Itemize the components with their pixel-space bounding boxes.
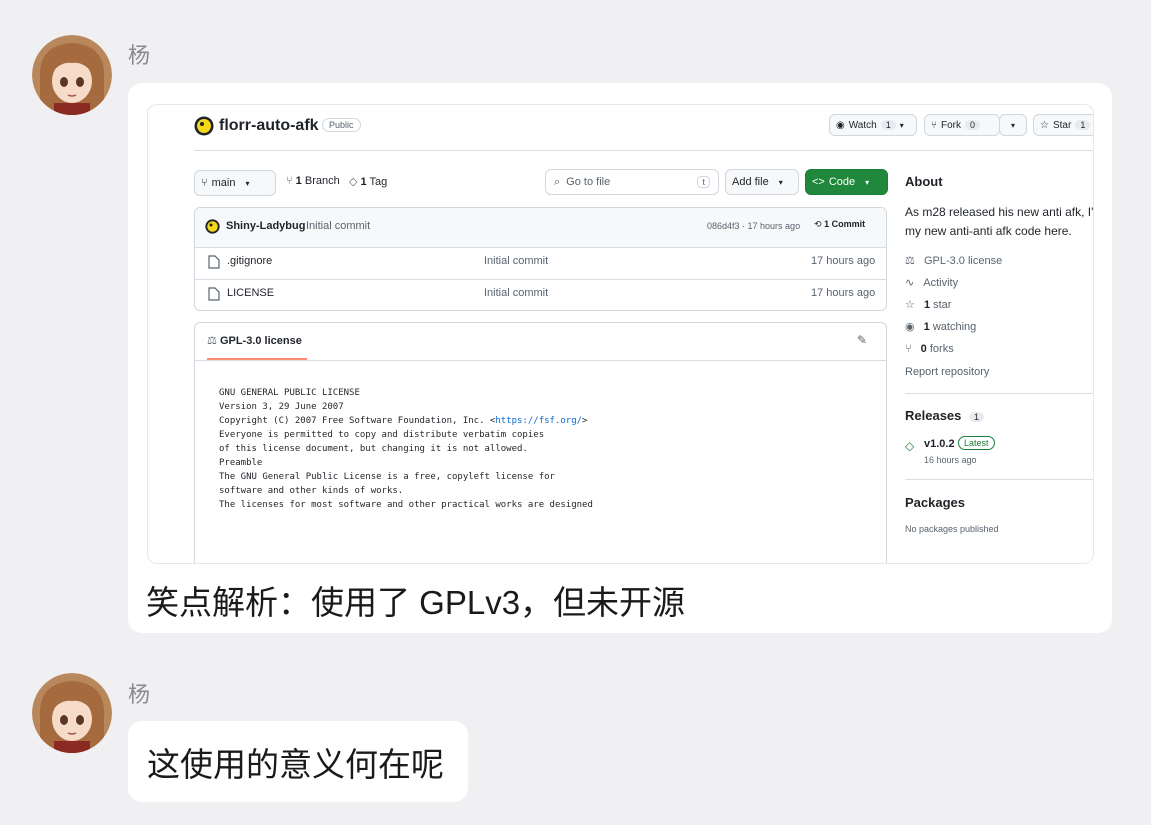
about-description-line2: my new anti-anti afk code here.: [905, 224, 1072, 238]
branch-selector[interactable]: ⑂ main ▾: [194, 170, 276, 196]
go-to-file-input[interactable]: ⌕ Go to file t: [545, 169, 719, 195]
about-forks-link[interactable]: ⑂ 0 forks: [905, 343, 954, 355]
file-name[interactable]: .gitignore: [227, 255, 272, 267]
file-time: 17 hours ago: [811, 255, 876, 267]
star-icon: ☆: [905, 299, 915, 311]
message-text: 这使用的意义何在呢: [147, 745, 444, 783]
shortcut-key: t: [697, 176, 710, 188]
latest-badge: Latest: [958, 436, 995, 450]
license-tab-divider: [195, 360, 886, 361]
star-icon: ☆: [1040, 119, 1049, 131]
releases-heading[interactable]: Releases 1: [905, 408, 985, 423]
tags-link[interactable]: ◇ 1 Tag: [349, 175, 387, 188]
commit-author-avatar-icon: [205, 219, 220, 237]
repo-logo-icon: [194, 116, 214, 139]
search-icon: ⌕: [554, 175, 561, 188]
avatar[interactable]: [32, 673, 112, 753]
chevron-down-icon: ▾: [1010, 120, 1015, 130]
row-divider: [195, 279, 886, 280]
release-time: 16 hours ago: [924, 455, 977, 465]
chevron-down-icon: ▾: [778, 177, 783, 187]
file-time: 17 hours ago: [811, 287, 876, 299]
law-icon: ⚖: [207, 335, 217, 347]
github-screenshot: florr-auto-afk Public ◉ Watch 1 ▾ ⑂ Fork…: [147, 104, 1094, 564]
fork-icon: ⑂: [905, 343, 912, 355]
code-button[interactable]: <> Code ▾: [805, 169, 888, 195]
message-bubble-text[interactable]: 这使用的意义何在呢: [128, 721, 468, 802]
sender-name: 杨: [128, 43, 151, 68]
sidebar-divider: [905, 479, 1093, 480]
chevron-down-icon: ▾: [245, 178, 250, 188]
sidebar-divider: [905, 393, 1093, 394]
avatar[interactable]: [32, 35, 112, 115]
pulse-icon: ∿: [905, 277, 915, 289]
sender-name: 杨: [128, 682, 151, 707]
star-button[interactable]: ☆ Star 1: [1033, 114, 1093, 136]
add-file-button[interactable]: Add file ▾: [725, 169, 799, 195]
history-icon: ⟲: [814, 219, 822, 229]
chevron-down-icon: ▾: [899, 120, 904, 130]
license-text: GNU GENERAL PUBLIC LICENSE Version 3, 29…: [219, 388, 593, 510]
commits-link[interactable]: ⟲ 1 Commit: [814, 219, 865, 230]
license-tab[interactable]: ⚖ GPL-3.0 license: [207, 334, 302, 347]
packages-empty-text: No packages published: [905, 524, 999, 534]
file-commit-message[interactable]: Initial commit: [484, 255, 548, 267]
repo-name[interactable]: florr-auto-afk: [219, 117, 319, 135]
license-url-link[interactable]: https://fsf.org/: [495, 416, 582, 426]
packages-heading[interactable]: Packages: [905, 495, 965, 510]
law-icon: ⚖: [905, 255, 915, 267]
file-icon: [208, 287, 220, 304]
about-stars-link[interactable]: ☆ 1 star: [905, 298, 951, 311]
about-heading: About: [905, 174, 943, 189]
about-activity-link[interactable]: ∿ Activity: [905, 276, 958, 289]
code-icon: <>: [812, 176, 825, 188]
tag-icon: ◇: [349, 176, 358, 188]
branches-link[interactable]: ⑂ 1 Branch: [286, 175, 340, 187]
chevron-down-icon: ▾: [865, 177, 870, 187]
avatar-image: [32, 673, 112, 753]
report-repository-link[interactable]: Report repository: [905, 366, 989, 378]
eye-icon: ◉: [905, 321, 915, 333]
message-caption: 笑点解析：使用了 GPLv3，但未开源: [146, 584, 686, 621]
file-commit-message[interactable]: Initial commit: [484, 287, 548, 299]
release-tag-icon: ◇: [905, 439, 915, 453]
file-name[interactable]: LICENSE: [227, 287, 274, 299]
fork-dropdown-button[interactable]: ▾: [999, 114, 1027, 136]
branch-icon: ⑂: [286, 175, 293, 187]
commit-author[interactable]: Shiny-Ladybug: [226, 220, 305, 232]
avatar-image: [32, 35, 112, 115]
watch-button[interactable]: ◉ Watch 1 ▾: [829, 114, 917, 136]
fork-button[interactable]: ⑂ Fork 0: [924, 114, 1000, 136]
eye-icon: ◉: [836, 119, 845, 131]
branch-icon: ⑂: [201, 177, 208, 189]
edit-pencil-icon[interactable]: ✎: [857, 333, 867, 347]
header-divider: [194, 150, 1093, 151]
fork-icon: ⑂: [931, 119, 937, 131]
file-icon: [208, 255, 220, 272]
visibility-badge: Public: [322, 118, 361, 132]
about-description-line1: As m28 released his new anti afk, I': [905, 205, 1094, 219]
license-tab-underline: [207, 358, 307, 360]
commit-message[interactable]: Initial commit: [306, 220, 370, 232]
about-watching-link[interactable]: ◉ 1 watching: [905, 320, 976, 333]
commit-meta: 086d4f3 · 17 hours ago: [707, 221, 801, 231]
about-license-link[interactable]: ⚖ GPL-3.0 license: [905, 254, 1002, 267]
release-version[interactable]: v1.0.2: [924, 438, 955, 450]
